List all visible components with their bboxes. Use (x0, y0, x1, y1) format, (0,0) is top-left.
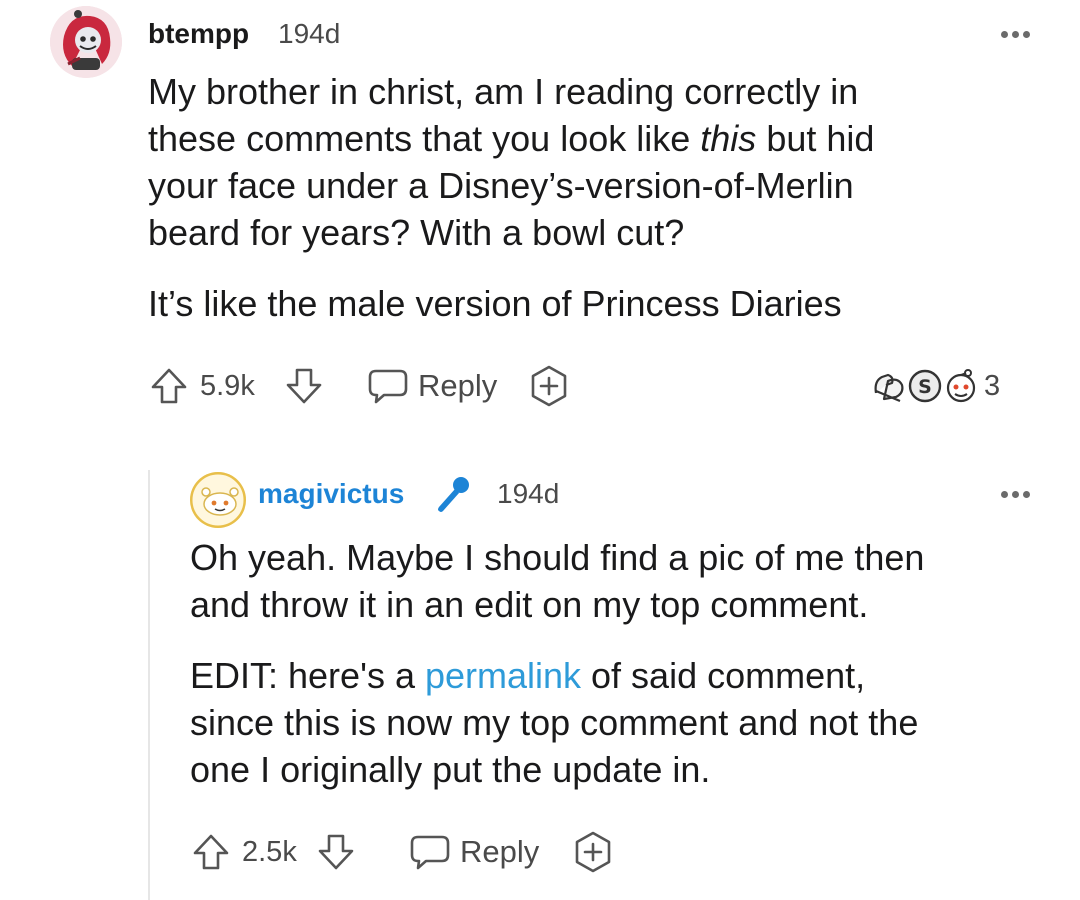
reply-button[interactable]: Reply (366, 361, 497, 411)
award-button[interactable] (526, 361, 572, 411)
body-line: these comments that you look like (148, 118, 701, 159)
downvote-arrow-icon (318, 834, 354, 870)
body-line: Oh yeah. Maybe I should find a pic of me… (190, 537, 925, 578)
more-dot (1022, 490, 1030, 498)
reply-label: Reply (418, 368, 498, 403)
comment-btempp: btempp 194d My brother in christ, am I r… (0, 0, 1080, 440)
emphasis-text: this (700, 118, 757, 159)
body-line: and throw it in an edit on my top commen… (190, 584, 869, 625)
body-line: beard for years? With a bowl cut? (148, 212, 685, 253)
avatar[interactable] (50, 6, 122, 78)
more-options-button[interactable] (995, 486, 1035, 502)
comment-actions: 2.5k Reply (190, 827, 1030, 877)
avatar[interactable] (190, 472, 246, 528)
awards-list[interactable]: S 3 (870, 361, 1000, 411)
body-line: of said comment, (581, 655, 866, 696)
vote-count: 5.9k (200, 369, 255, 402)
award-plus-icon (575, 831, 611, 873)
comment-paragraph: EDIT: here's a permalink of said comment… (190, 652, 1050, 793)
upvote-button[interactable] (148, 361, 190, 411)
helpful-award-icon (946, 369, 976, 403)
more-dot (1000, 490, 1008, 498)
body-line: your face under a Disney’s-version-of-Me… (148, 165, 854, 206)
downvote-button[interactable] (283, 361, 325, 411)
comment-actions: 5.9k Reply S 3 (148, 361, 1028, 411)
username[interactable]: btempp (148, 17, 249, 51)
comment-paragraph: It’s like the male version of Princess D… (148, 280, 1048, 327)
body-line: one I originally put the update in. (190, 749, 711, 790)
microphone-icon (430, 474, 472, 516)
comment-bubble-icon (368, 369, 408, 404)
award-button[interactable] (570, 827, 616, 877)
reply-label: Reply (460, 834, 540, 869)
permalink-link[interactable]: permalink (425, 655, 581, 696)
comment-bubble-icon (410, 835, 450, 870)
svg-text:S: S (918, 376, 932, 398)
username[interactable]: magivictus (258, 477, 404, 511)
wholesome-seal-icon (874, 373, 904, 403)
reply-button[interactable]: Reply (408, 827, 539, 877)
comment-paragraph: Oh yeah. Maybe I should find a pic of me… (190, 534, 1050, 628)
award-plus-icon (531, 365, 567, 407)
comment-age: 194d (497, 478, 560, 509)
more-dot (1022, 30, 1030, 38)
body-line: It’s like the male version of Princess D… (148, 283, 842, 324)
user-avatar-icon (50, 6, 122, 78)
body-line: My brother in christ, am I reading corre… (148, 71, 859, 112)
body-line: since this is now my top comment and not… (190, 702, 919, 743)
more-dot (1011, 490, 1019, 498)
comment-magivictus: magivictus 194d Oh yeah. Maybe I should … (0, 440, 1080, 900)
upvote-arrow-icon (151, 368, 187, 404)
more-options-button[interactable] (995, 26, 1035, 42)
silver-award-icon: S (908, 369, 942, 403)
awards-count: 3 (984, 369, 1001, 402)
upvote-arrow-icon (193, 834, 229, 870)
more-dot (1011, 30, 1019, 38)
upvote-button[interactable] (190, 827, 232, 877)
user-avatar-icon (190, 472, 246, 528)
downvote-button[interactable] (315, 827, 357, 877)
body-line: but hid (756, 118, 875, 159)
comment-body: My brother in christ, am I reading corre… (148, 68, 1048, 327)
more-dot (1000, 30, 1008, 38)
comment-age: 194d (278, 18, 341, 49)
downvote-arrow-icon (286, 368, 322, 404)
comment-paragraph: My brother in christ, am I reading corre… (148, 68, 1048, 256)
comment-body: Oh yeah. Maybe I should find a pic of me… (190, 534, 1050, 793)
body-line: EDIT: here's a (190, 655, 425, 696)
vote-count: 2.5k (242, 835, 297, 868)
